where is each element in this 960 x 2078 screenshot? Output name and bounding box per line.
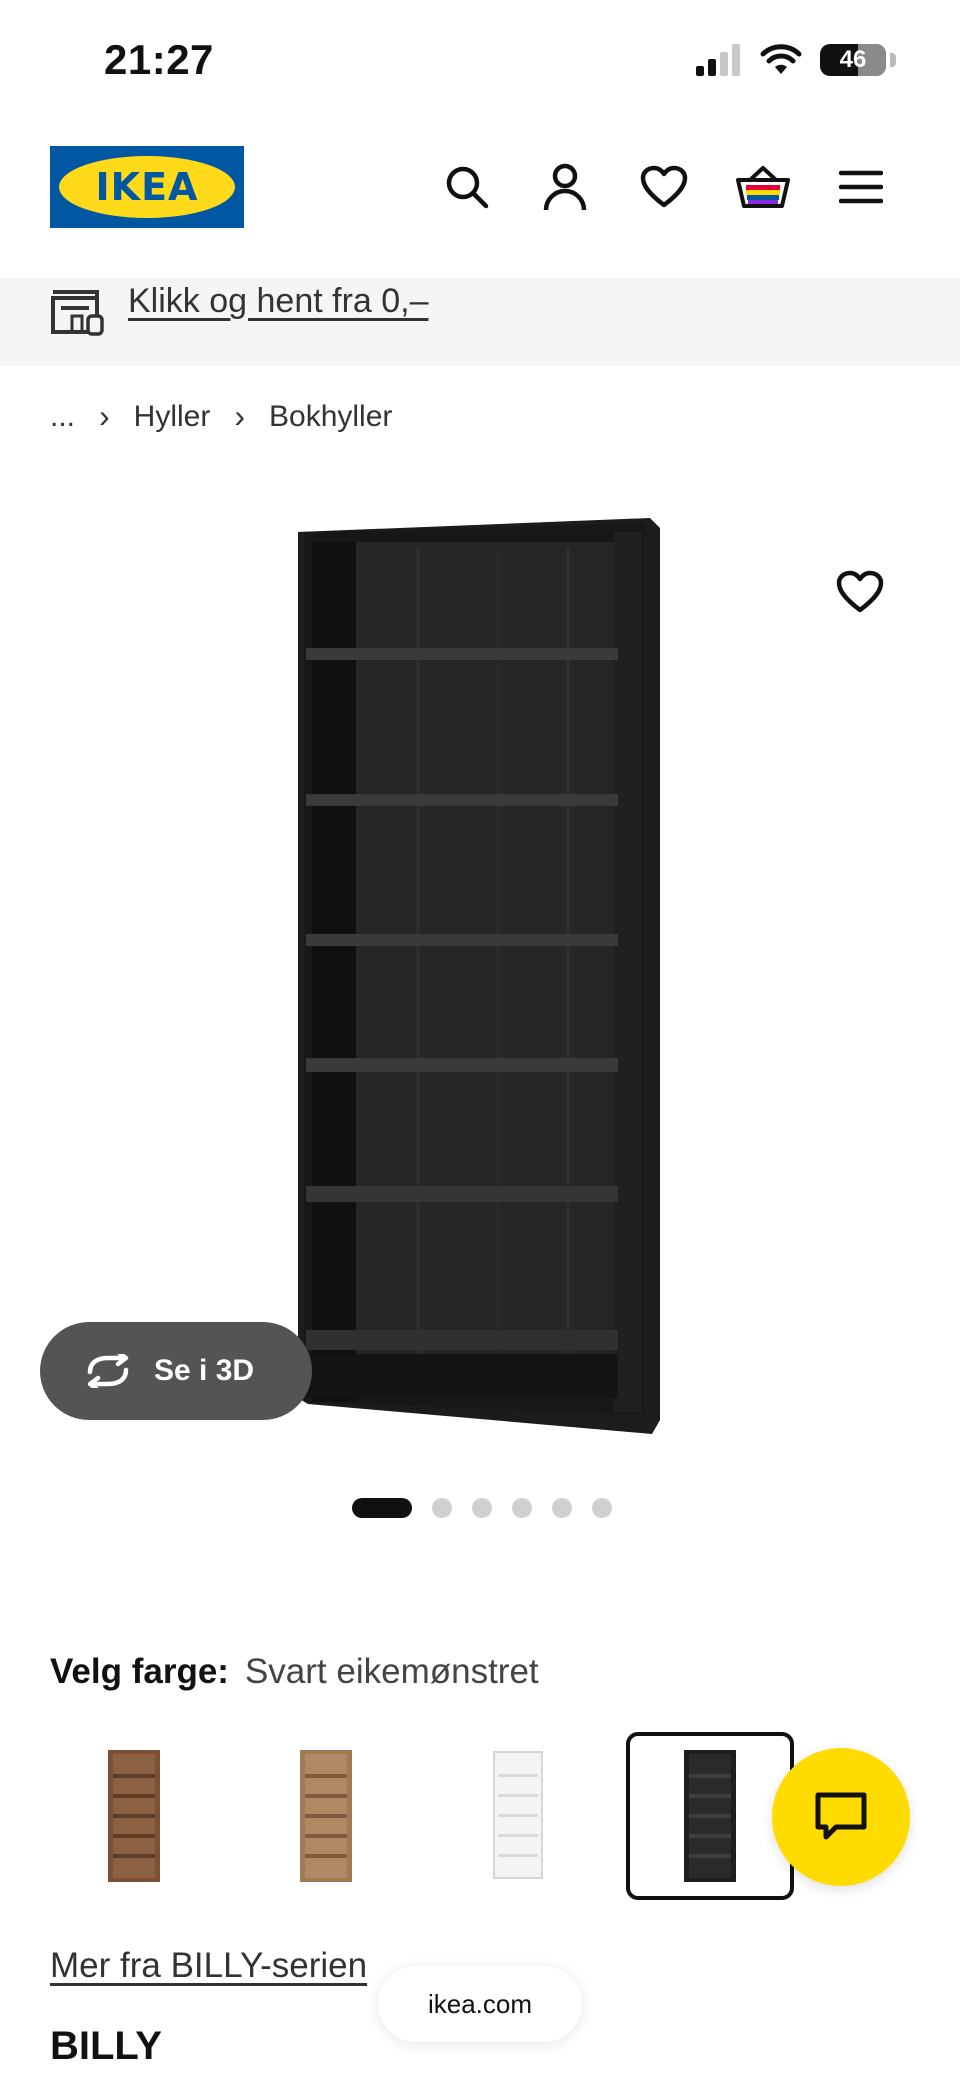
carousel-dots <box>352 1498 612 1518</box>
chevron-right-icon: › <box>234 398 245 434</box>
basket-icon[interactable] <box>736 160 790 214</box>
click-collect-link[interactable]: Klikk og hent fra 0,– <box>128 282 429 321</box>
breadcrumb-ellipsis[interactable]: ... <box>50 400 75 434</box>
breadcrumb-item-hyller[interactable]: Hyller <box>134 400 211 434</box>
account-icon[interactable] <box>538 160 592 214</box>
add-to-favorites-heart-icon[interactable] <box>836 570 886 620</box>
chat-icon <box>815 1792 867 1840</box>
color-swatch-black-oak[interactable] <box>626 1732 794 1900</box>
color-selector-heading: Velg farge: Svart eikemønstret <box>50 1652 539 1692</box>
selected-color: Svart eikemønstret <box>244 1652 539 1691</box>
logo-text: IKEA <box>95 165 199 209</box>
breadcrumb: ... › Hyller › Bokhyller <box>50 398 392 435</box>
wifi-icon <box>760 44 802 74</box>
chat-button[interactable] <box>772 1748 910 1886</box>
browser-url-pill[interactable]: ikea.com <box>378 1966 582 2042</box>
battery-icon: 46 <box>820 44 886 76</box>
see-in-3d-button[interactable]: Se i 3D <box>40 1322 312 1420</box>
color-swatch-brown[interactable] <box>50 1732 218 1900</box>
carousel-dot[interactable] <box>552 1498 572 1518</box>
status-icons: 46 <box>696 44 896 76</box>
chevron-right-icon: › <box>99 398 110 434</box>
signal-icon <box>696 44 740 76</box>
status-time: 21:27 <box>104 36 214 83</box>
color-label: Velg farge: <box>50 1652 229 1691</box>
menu-icon[interactable] <box>834 160 888 214</box>
carousel-dot[interactable] <box>592 1498 612 1518</box>
color-swatch-oak[interactable] <box>242 1732 410 1900</box>
carousel-dot[interactable] <box>352 1498 412 1518</box>
see-in-3d-label: Se i 3D <box>154 1354 255 1387</box>
search-icon[interactable] <box>440 160 494 214</box>
product-image[interactable] <box>298 518 662 1440</box>
ikea-logo[interactable]: IKEA <box>50 146 244 228</box>
battery-level: 46 <box>839 46 867 73</box>
store-icon <box>50 286 106 336</box>
carousel-dot[interactable] <box>432 1498 452 1518</box>
carousel-dot[interactable] <box>512 1498 532 1518</box>
more-from-series-link[interactable]: Mer fra BILLY-serien <box>50 1946 367 1986</box>
heart-icon[interactable] <box>637 160 691 214</box>
carousel-dot[interactable] <box>472 1498 492 1518</box>
rotate-3d-icon <box>87 1354 129 1388</box>
color-swatch-white[interactable] <box>434 1732 602 1900</box>
product-name: BILLY <box>50 2024 162 2068</box>
breadcrumb-item-bokhyller[interactable]: Bokhyller <box>269 400 392 434</box>
